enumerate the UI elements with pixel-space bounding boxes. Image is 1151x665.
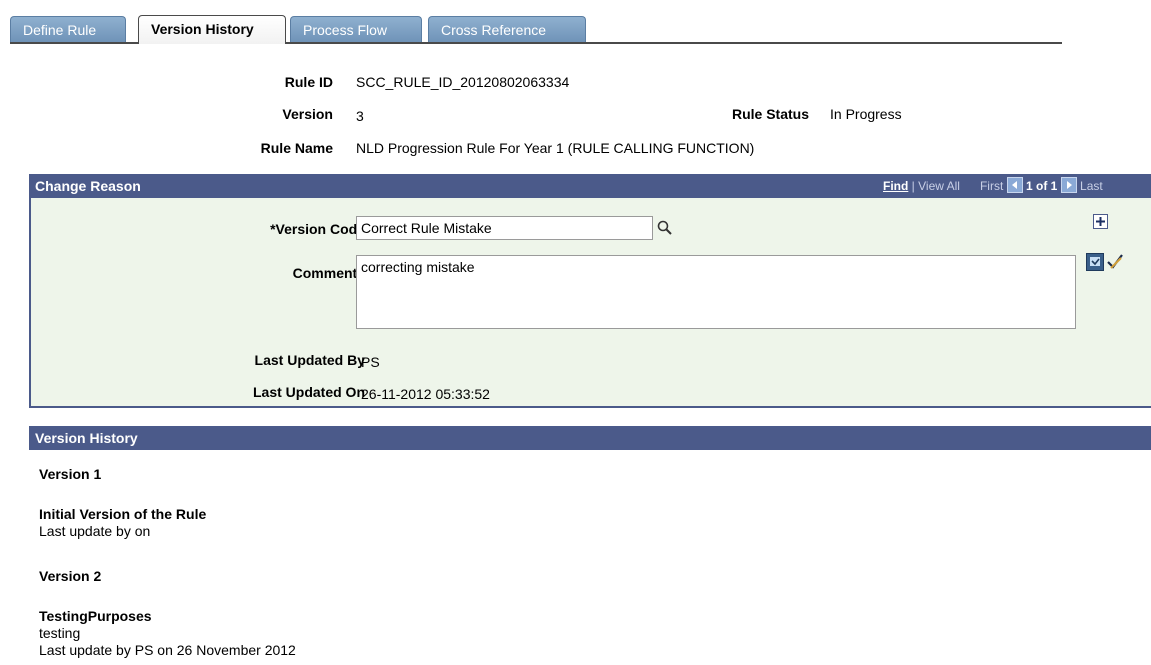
change-reason-header: Change Reason Find | View All First 1 of… bbox=[29, 174, 1151, 198]
version-2-title: TestingPurposes bbox=[39, 608, 152, 624]
change-reason-title: Change Reason bbox=[35, 178, 141, 194]
version-value: 3 bbox=[356, 108, 364, 124]
last-updated-on-value: 26-11-2012 05:33:52 bbox=[361, 386, 490, 402]
version-history-title: Version History bbox=[35, 430, 138, 446]
version-label: Version bbox=[282, 106, 333, 122]
first-link[interactable]: First bbox=[980, 179, 1003, 193]
version-2-heading: Version 2 bbox=[39, 568, 102, 584]
version-code-label: *Version Code bbox=[270, 221, 365, 237]
last-updated-on-label: Last Updated On bbox=[252, 384, 365, 400]
spell-check-icon[interactable] bbox=[1086, 253, 1104, 271]
rule-status-label: Rule Status bbox=[731, 106, 809, 122]
last-updated-by-label: Last Updated By bbox=[254, 352, 365, 368]
page-info: 1 of 1 bbox=[1025, 179, 1058, 193]
view-all-link[interactable]: View All bbox=[918, 179, 960, 193]
next-row-icon[interactable] bbox=[1060, 177, 1077, 193]
previous-row-icon[interactable] bbox=[1006, 177, 1023, 193]
version-1-title: Initial Version of the Rule bbox=[39, 506, 207, 522]
edit-comments-icon[interactable] bbox=[1105, 252, 1125, 272]
find-link[interactable]: Find bbox=[883, 179, 908, 193]
rule-id-value: SCC_RULE_ID_20120802063334 bbox=[356, 74, 570, 90]
tab-define-rule[interactable]: Define Rule bbox=[10, 16, 126, 42]
comments-textarea[interactable]: correcting mistake bbox=[356, 255, 1076, 329]
rule-id-label: Rule ID bbox=[284, 74, 333, 90]
version-history-header: Version History bbox=[29, 426, 1151, 450]
tab-version-history[interactable]: Version History bbox=[138, 15, 286, 44]
tab-bar: Define Rule Version History Process Flow… bbox=[10, 14, 1062, 44]
tab-cross-reference[interactable]: Cross Reference bbox=[428, 16, 586, 42]
change-reason-panel: *Version Code Correct Rule Mistake Comme… bbox=[29, 198, 1151, 408]
version-2-updated: Last update by PS on 26 November 2012 bbox=[39, 642, 296, 658]
version-1-heading: Version 1 bbox=[39, 466, 102, 482]
version-2-comment: testing bbox=[39, 625, 81, 641]
last-updated-by-value: PS bbox=[361, 354, 380, 370]
version-code-lookup-icon[interactable] bbox=[656, 219, 674, 237]
rule-name-label: Rule Name bbox=[260, 140, 333, 156]
tab-process-flow[interactable]: Process Flow bbox=[290, 16, 422, 42]
version-code-input[interactable]: Correct Rule Mistake bbox=[356, 216, 653, 240]
version-1-updated: Last update by on bbox=[39, 523, 151, 539]
nav-separator: | bbox=[911, 179, 915, 193]
grid-navigation: Find | View All First 1 of 1 Last bbox=[883, 174, 1103, 198]
last-link[interactable]: Last bbox=[1080, 179, 1103, 193]
rule-name-value: NLD Progression Rule For Year 1 (RULE CA… bbox=[356, 140, 755, 156]
comments-label: Comments bbox=[292, 265, 365, 281]
rule-status-value: In Progress bbox=[830, 106, 902, 122]
add-row-icon[interactable] bbox=[1093, 214, 1108, 229]
